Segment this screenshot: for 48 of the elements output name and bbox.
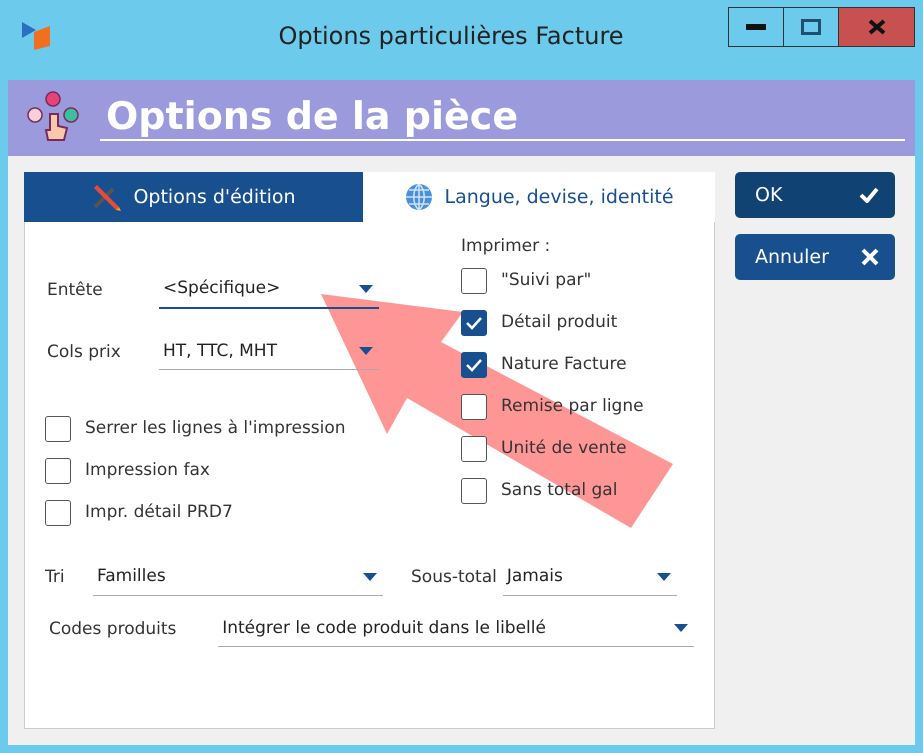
check-icon — [465, 316, 483, 330]
checkbox[interactable] — [461, 394, 487, 420]
checkbox-label: Remise par ligne — [501, 394, 644, 418]
field-label: Codes produits — [49, 618, 178, 640]
field-label: Sous-total — [411, 566, 497, 589]
close-button[interactable] — [839, 8, 914, 46]
checkbox-label: "Suivi par" — [501, 268, 592, 292]
checkbox[interactable] — [461, 268, 487, 294]
close-icon — [861, 248, 879, 266]
checkbox-label: Serrer les lignes à l'impression — [85, 417, 346, 440]
section-label: Imprimer : — [461, 235, 552, 258]
checkbox-label: Impr. détail PRD7 — [85, 501, 233, 524]
checkbox-label: Nature Facture — [501, 352, 627, 376]
checkbox[interactable] — [45, 416, 71, 442]
field-label: Tri — [45, 566, 66, 589]
tab[interactable]: Options d'édition — [24, 172, 363, 222]
checkbox-label: Unité de vente — [501, 436, 627, 460]
caret-icon — [674, 624, 688, 632]
check-icon — [465, 358, 483, 372]
field-label: Entête — [46, 278, 104, 302]
window-title: Options particulières Facture — [277, 21, 625, 52]
caret-icon — [656, 572, 671, 581]
dropdown-field[interactable]: HT, TTC, MHT — [159, 334, 379, 370]
dropdown-field[interactable]: Intégrer le code produit dans le libellé — [218, 612, 694, 647]
checkbox[interactable] — [45, 500, 71, 526]
globe-icon — [404, 182, 434, 212]
caret-icon — [363, 572, 377, 581]
header-title: Options de la pièce — [100, 95, 905, 141]
check-icon — [859, 187, 879, 203]
dropdown-field[interactable]: <Spécifique> — [159, 272, 379, 308]
checkbox[interactable] — [45, 458, 71, 484]
minimize-icon — [746, 24, 766, 30]
checkbox-label: Détail produit — [501, 310, 618, 334]
dropdown-field[interactable]: Jamais — [502, 560, 677, 596]
cancel-button[interactable]: Annuler — [735, 234, 895, 280]
checkbox[interactable] — [461, 352, 487, 378]
caret-icon — [359, 347, 373, 356]
ok-button[interactable]: OK — [735, 172, 895, 218]
maximize-icon — [801, 19, 821, 35]
checkbox[interactable] — [461, 478, 487, 504]
close-icon — [868, 19, 886, 35]
checkbox-label: Impression fax — [85, 459, 210, 482]
checkbox-label: Sans total gal — [501, 478, 618, 502]
tab[interactable]: Langue, devise, identité — [363, 172, 715, 222]
field-label: Cols prix — [46, 340, 122, 364]
dropdown-field[interactable]: Familles — [93, 560, 383, 596]
checkbox[interactable] — [461, 310, 487, 336]
checkbox[interactable] — [461, 436, 487, 462]
